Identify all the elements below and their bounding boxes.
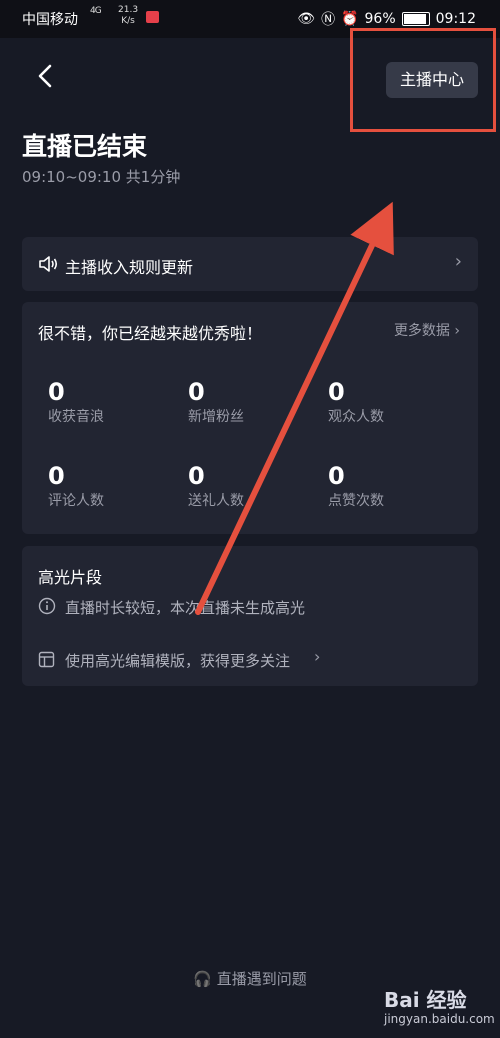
stat-item: 0 收获音浪 — [48, 378, 104, 426]
status-right: 👁 Ⓝ ⏰ 96% 09:12 — [297, 9, 476, 29]
stat-item: 0 评论人数 — [48, 462, 104, 510]
stat-label: 收获音浪 — [48, 409, 104, 425]
stats-heading: 很不错，你已经越来越优秀啦！ — [38, 324, 263, 343]
clock: 09:12 — [435, 11, 476, 27]
stat-item: 0 送礼人数 — [188, 462, 244, 510]
stat-value: 0 — [48, 462, 65, 490]
live-stats-card: 很不错，你已经越来越优秀啦！ 更多数据 › 0 收获音浪 0 新增粉丝 0 观众… — [22, 302, 478, 534]
chevron-right-icon: › — [454, 251, 462, 272]
chevron-right-icon: › — [454, 323, 460, 339]
watermark-url: jingyan.baidu.com — [384, 1012, 495, 1026]
stat-label: 评论人数 — [48, 493, 104, 509]
headset-icon: 🎧 — [193, 970, 212, 988]
stat-value: 0 — [188, 462, 205, 490]
income-rules-notice[interactable]: 主播收入规则更新 › — [22, 237, 478, 291]
notification-app-icon — [146, 11, 159, 23]
stat-label: 观众人数 — [328, 409, 384, 425]
stat-item: 0 点赞次数 — [328, 462, 384, 510]
stat-value: 0 — [328, 462, 345, 490]
annotation-highlight-box — [350, 28, 496, 132]
battery-icon — [401, 12, 430, 26]
network-speed: 21.3 K/s — [118, 5, 139, 26]
alarm-icon: ⏰ — [341, 11, 359, 27]
more-data-link[interactable]: 更多数据 › — [394, 320, 460, 340]
stat-label: 送礼人数 — [188, 493, 244, 509]
chevron-right-icon: › — [314, 647, 321, 666]
stat-label: 新增粉丝 — [188, 409, 244, 425]
live-duration: 09:10~09:10 共1分钟 — [22, 168, 181, 186]
speaker-icon — [39, 256, 58, 272]
network-type: 4G — [90, 6, 102, 16]
baidu-jingyan-logo: Bai 经验 — [384, 988, 467, 1012]
highlights-info: 直播时长较短，本次直播未生成高光 — [65, 599, 306, 617]
template-icon — [38, 651, 55, 668]
stat-value: 0 — [188, 378, 205, 406]
battery-percent: 96% — [364, 11, 396, 27]
stat-item: 0 新增粉丝 — [188, 378, 244, 426]
notice-text: 主播收入规则更新 — [65, 258, 194, 277]
page-title: 直播已结束 — [22, 132, 148, 161]
stat-value: 0 — [48, 378, 65, 406]
highlights-card: 高光片段 直播时长较短，本次直播未生成高光 使用高光编辑模版，获得更多关注 › — [22, 546, 478, 686]
carrier-label: 中国移动 — [22, 12, 78, 28]
nfc-icon: Ⓝ — [321, 12, 336, 28]
stat-label: 点赞次数 — [328, 493, 384, 509]
highlight-template-link[interactable]: 使用高光编辑模版，获得更多关注 — [65, 650, 290, 671]
info-icon — [38, 597, 56, 615]
chevron-left-icon — [38, 64, 52, 88]
back-button[interactable] — [34, 62, 58, 90]
highlights-title: 高光片段 — [38, 568, 103, 587]
stat-value: 0 — [328, 378, 345, 406]
stat-item: 0 观众人数 — [328, 378, 384, 426]
eye-icon: 👁 — [297, 11, 316, 27]
